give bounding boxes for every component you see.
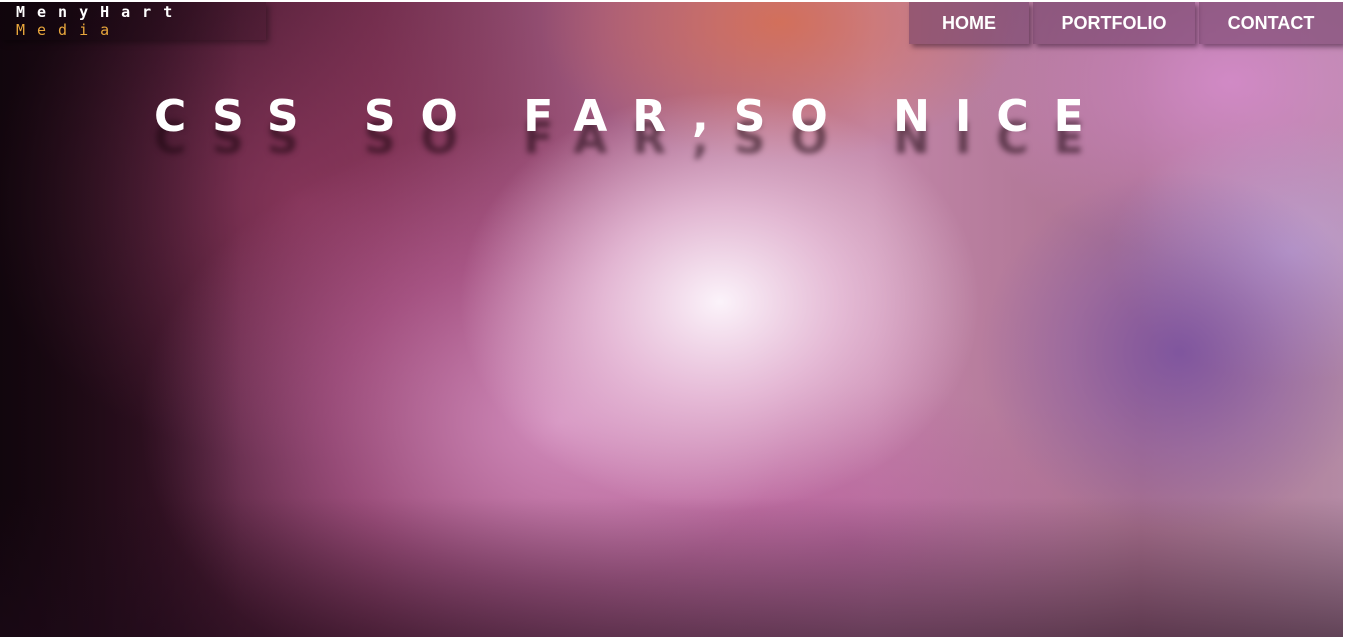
logo-brand-subtitle: Media [16, 21, 122, 39]
nav-home-link[interactable]: HOME [909, 2, 1029, 44]
logo-brand-name: MenyHart [16, 3, 185, 21]
nav-contact-link[interactable]: CONTACT [1199, 2, 1343, 44]
hero-background: MenyHart Media HOME PORTFOLIO CONTACT CS… [0, 2, 1343, 637]
main-navigation: HOME PORTFOLIO CONTACT [905, 2, 1343, 44]
site-logo[interactable]: MenyHart Media [0, 2, 266, 40]
hero-headline: CSS SO FAR,SO NICE [154, 91, 1109, 143]
nav-portfolio-link[interactable]: PORTFOLIO [1033, 2, 1195, 44]
